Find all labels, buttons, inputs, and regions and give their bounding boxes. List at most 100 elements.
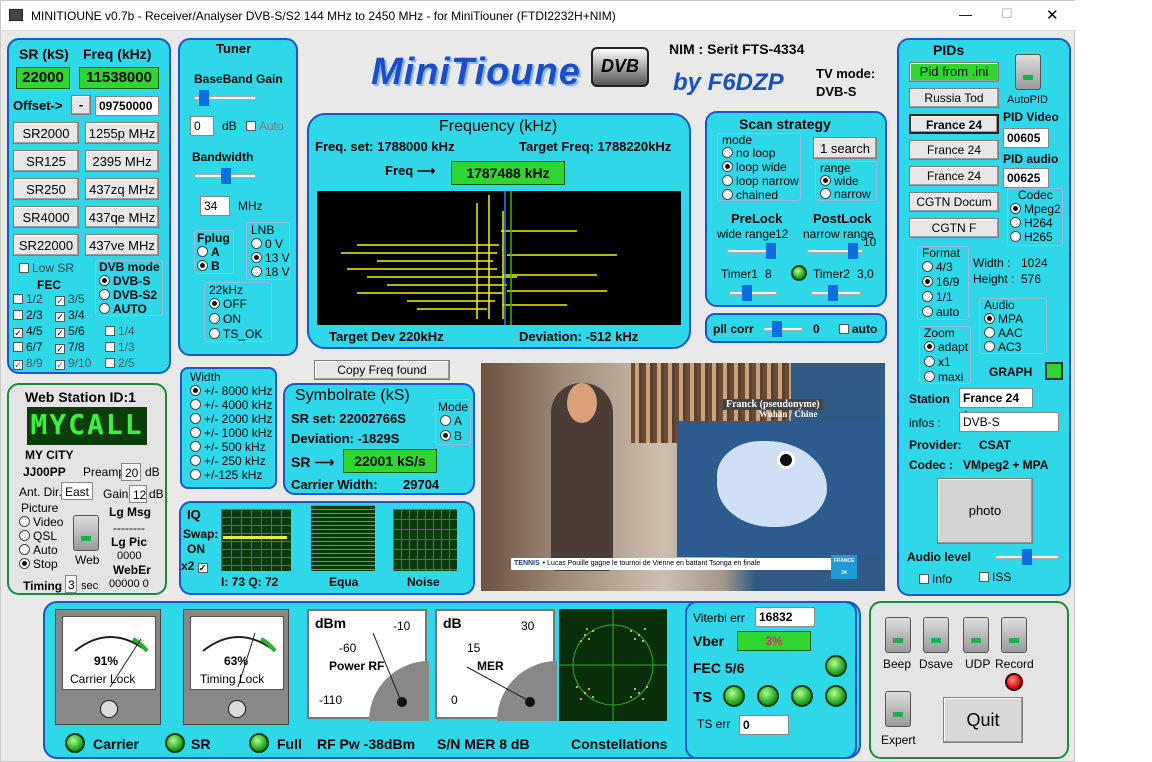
- audio-mpa-radio[interactable]: MPA: [984, 312, 1023, 326]
- record-switch[interactable]: [1001, 617, 1027, 653]
- postlock-slider[interactable]: [807, 243, 863, 259]
- audio-ac3-radio[interactable]: AC3: [984, 340, 1021, 354]
- dvb-s-radio[interactable]: DVB-S: [99, 274, 150, 288]
- no-loop-radio[interactable]: no loop: [722, 146, 775, 160]
- pll-thumb[interactable]: [772, 321, 782, 337]
- photo-button[interactable]: photo: [937, 478, 1033, 544]
- audio-level-thumb[interactable]: [1022, 549, 1032, 565]
- udp-switch[interactable]: [963, 617, 989, 653]
- close-button[interactable]: ✕: [1046, 6, 1059, 24]
- pic-stop-radio[interactable]: Stop: [19, 557, 58, 571]
- low-sr-checkbox[interactable]: Low SR: [19, 261, 74, 275]
- ant-dir-input[interactable]: East: [61, 482, 93, 500]
- lnb-13v-radio[interactable]: 13 V: [251, 251, 290, 265]
- maximize-button[interactable]: ☐: [1001, 6, 1013, 22]
- zoom-adapt-radio[interactable]: adapt: [924, 340, 968, 354]
- fec-3-5[interactable]: 3/5: [55, 292, 85, 306]
- codec-mpeg2-radio[interactable]: Mpeg2: [1010, 202, 1061, 216]
- channel-button-6[interactable]: CGTN F: [909, 218, 999, 238]
- width-125-radio[interactable]: +/-125 kHz: [190, 468, 262, 482]
- graph-toggle[interactable]: [1045, 362, 1063, 380]
- codec-h264-radio[interactable]: H264: [1010, 216, 1053, 230]
- timing-input[interactable]: 3: [65, 575, 77, 593]
- lnb-18v-radio[interactable]: 18 V: [251, 265, 290, 279]
- width-8000-radio[interactable]: +/- 8000 kHz: [190, 384, 272, 398]
- width-250-radio[interactable]: +/- 250 kHz: [190, 454, 266, 468]
- x2-checkbox[interactable]: x2: [181, 559, 211, 573]
- fec-6-7[interactable]: 6/7: [13, 340, 43, 354]
- 22khz-tsok-radio[interactable]: TS_OK: [209, 327, 262, 341]
- fec-1-3[interactable]: 1/3: [105, 340, 135, 354]
- width-2000-radio[interactable]: +/- 2000 kHz: [190, 412, 272, 426]
- width-4000-radio[interactable]: +/- 4000 kHz: [190, 398, 272, 412]
- sr-mode-b-radio[interactable]: B: [440, 429, 462, 443]
- pic-qsl-radio[interactable]: QSL: [19, 529, 57, 543]
- fec-1-2[interactable]: 1/2: [13, 292, 43, 306]
- loop-narrow-radio[interactable]: loop narrow: [722, 174, 799, 188]
- fec-5-6[interactable]: 5/6: [55, 324, 85, 338]
- freq-preset-4[interactable]: 437qe MHz: [85, 206, 159, 228]
- prelock-thumb[interactable]: [766, 243, 776, 259]
- channel-button-2[interactable]: France 24: [909, 114, 999, 134]
- baseband-gain-slider[interactable]: [194, 90, 256, 106]
- codec-h265-radio[interactable]: H265: [1010, 230, 1053, 244]
- sr-preset-1[interactable]: SR2000: [13, 122, 79, 144]
- offset-sign-button[interactable]: -: [71, 95, 91, 115]
- sr-preset-5[interactable]: SR22000: [13, 234, 79, 256]
- autopid-switch[interactable]: [1015, 54, 1041, 90]
- sr-preset-3[interactable]: SR250: [13, 178, 79, 200]
- timing-lock-knob-icon[interactable]: [228, 700, 246, 718]
- gain-auto-checkbox[interactable]: Auto: [246, 119, 284, 133]
- carrier-lock-knob-icon[interactable]: [100, 700, 118, 718]
- offset-input[interactable]: 09750000: [95, 96, 159, 116]
- infos-input[interactable]: DVB-S: [959, 412, 1059, 432]
- station-input[interactable]: France 24 (e: [959, 388, 1033, 423]
- pid-video-input[interactable]: 00605: [1003, 128, 1049, 148]
- freq-preset-3[interactable]: 437zq MHz: [85, 178, 159, 200]
- lnb-0v-radio[interactable]: 0 V: [251, 237, 283, 251]
- width-500-radio[interactable]: +/- 500 kHz: [190, 440, 266, 454]
- audio-aac-radio[interactable]: AAC: [984, 326, 1023, 340]
- timer1-thumb[interactable]: [742, 285, 752, 301]
- fec-9-10[interactable]: 9/10: [55, 356, 91, 370]
- minimize-button[interactable]: —: [959, 7, 972, 22]
- sr-preset-2[interactable]: SR125: [13, 150, 79, 172]
- format-43-radio[interactable]: 4/3: [922, 260, 953, 274]
- baseband-gain-thumb[interactable]: [199, 90, 209, 106]
- timer2-slider[interactable]: [811, 285, 861, 301]
- audio-level-slider[interactable]: [995, 549, 1059, 565]
- pll-auto-checkbox[interactable]: auto: [839, 322, 877, 336]
- timer2-thumb[interactable]: [828, 285, 838, 301]
- gain-input[interactable]: 0: [190, 116, 214, 136]
- channel-button-5[interactable]: CGTN Docum: [909, 192, 999, 212]
- web-switch[interactable]: [73, 515, 99, 551]
- range-wide-radio[interactable]: wide: [820, 174, 859, 188]
- format-auto-radio[interactable]: auto: [922, 305, 959, 319]
- fplug-a-radio[interactable]: A: [197, 245, 220, 259]
- timer1-slider[interactable]: [729, 285, 777, 301]
- fec-7-8[interactable]: 7/8: [55, 340, 85, 354]
- bandwidth-thumb[interactable]: [221, 168, 231, 184]
- postlock-thumb[interactable]: [848, 243, 858, 259]
- channel-button-1[interactable]: Russia Tod: [909, 88, 999, 108]
- dvb-auto-radio[interactable]: AUTO: [99, 302, 147, 316]
- 22khz-on-radio[interactable]: ON: [209, 312, 241, 326]
- freq-preset-2[interactable]: 2395 MHz: [85, 150, 159, 172]
- ts-err-input[interactable]: 0: [739, 715, 789, 735]
- gain-station-input[interactable]: 12: [129, 485, 147, 503]
- sr-mode-a-radio[interactable]: A: [440, 414, 462, 428]
- format-169-radio[interactable]: 16/9: [922, 275, 959, 289]
- viterbi-err-input[interactable]: 16832: [755, 607, 815, 627]
- width-1000-radio[interactable]: +/- 1000 kHz: [190, 426, 272, 440]
- beep-switch[interactable]: [885, 617, 911, 653]
- fec-8-9[interactable]: 8/9: [13, 356, 43, 370]
- zoom-maxi-radio[interactable]: maxi: [924, 370, 963, 384]
- sr-preset-4[interactable]: SR4000: [13, 206, 79, 228]
- copy-freq-button[interactable]: Copy Freq found: [314, 360, 450, 380]
- iss-checkbox[interactable]: ISS: [979, 570, 1011, 584]
- pic-video-radio[interactable]: Video: [19, 515, 63, 529]
- zoom-x1-radio[interactable]: x1: [924, 355, 951, 369]
- dsave-switch[interactable]: [923, 617, 949, 653]
- fplug-b-radio[interactable]: B: [197, 259, 220, 273]
- loop-wide-radio[interactable]: loop wide: [722, 160, 787, 174]
